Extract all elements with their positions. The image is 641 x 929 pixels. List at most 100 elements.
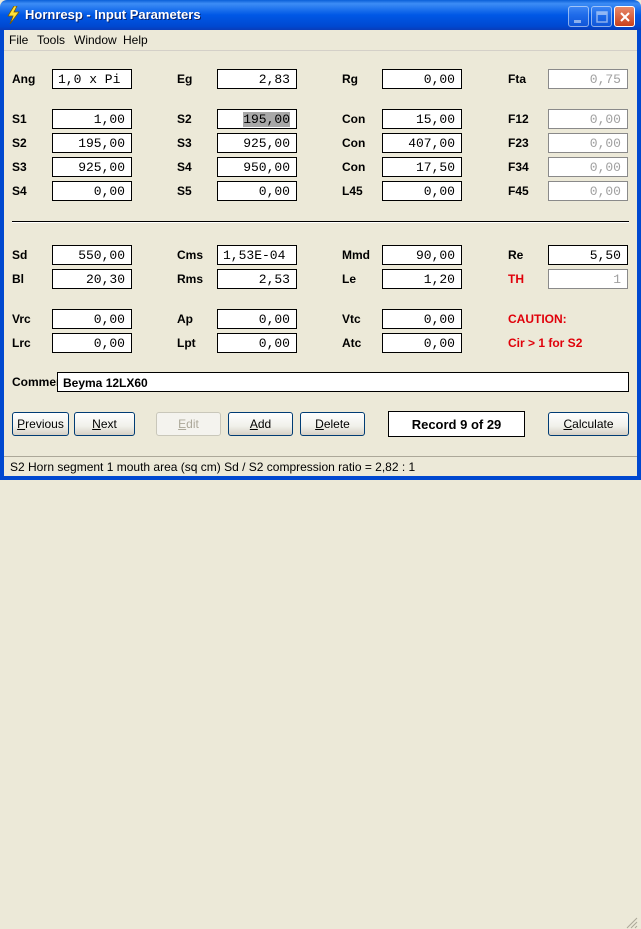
param-field-vrc[interactable]: 0,00 <box>52 309 132 329</box>
edit-button[interactable]: Edit <box>156 412 221 436</box>
param-field-th[interactable]: 1 <box>548 269 628 289</box>
window-title: Hornresp - Input Parameters <box>25 7 201 22</box>
param-field-f12[interactable]: 0,00 <box>548 109 628 129</box>
comment-field[interactable]: Beyma 12LX60 <box>57 372 629 392</box>
calculate-button-rest: alculate <box>572 417 614 431</box>
param-label-s2: S2 <box>12 136 27 150</box>
param-field-l45[interactable]: 0,00 <box>382 181 462 201</box>
param-label-ap: Ap <box>177 312 193 326</box>
close-button[interactable] <box>614 6 635 27</box>
param-label-con: Con <box>342 160 366 174</box>
param-label-lpt: Lpt <box>177 336 196 350</box>
param-label-con: Con <box>342 112 366 126</box>
size-grip-icon[interactable] <box>624 915 638 929</box>
param-label-caution: CAUTION: <box>508 312 567 326</box>
param-field-le[interactable]: 1,20 <box>382 269 462 289</box>
param-field-fta[interactable]: 0,75 <box>548 69 628 89</box>
param-label-th: TH <box>508 272 524 286</box>
edit-button-accel: E <box>178 417 187 431</box>
menu-file[interactable]: File <box>9 33 28 47</box>
param-field-s2[interactable]: 195,00 <box>52 133 132 153</box>
param-field-con[interactable]: 15,00 <box>382 109 462 129</box>
param-field-rms[interactable]: 2,53 <box>217 269 297 289</box>
param-label-f45: F45 <box>508 184 529 198</box>
param-field-lpt[interactable]: 0,00 <box>217 333 297 353</box>
param-label-con: Con <box>342 136 366 150</box>
next-button[interactable]: Next <box>74 412 135 436</box>
param-label-f23: F23 <box>508 136 529 150</box>
param-field-con[interactable]: 407,00 <box>382 133 462 153</box>
param-label-s1: S1 <box>12 112 27 126</box>
param-field-mmd[interactable]: 90,00 <box>382 245 462 265</box>
param-field-s3[interactable]: 925,00 <box>217 133 297 153</box>
param-label-cms: Cms <box>177 248 204 262</box>
status-text: S2 Horn segment 1 mouth area (sq cm) Sd … <box>10 460 416 474</box>
param-field-s2[interactable]: 195,00 <box>217 109 297 129</box>
param-field-s4[interactable]: 0,00 <box>52 181 132 201</box>
param-label-f12: F12 <box>508 112 529 126</box>
param-field-rg[interactable]: 0,00 <box>382 69 462 89</box>
param-field-s5[interactable]: 0,00 <box>217 181 297 201</box>
previous-button[interactable]: Previous <box>12 412 69 436</box>
param-label-rg: Rg <box>342 72 358 86</box>
param-field-f23[interactable]: 0,00 <box>548 133 628 153</box>
maximize-button[interactable] <box>591 6 612 27</box>
param-label-bl: Bl <box>12 272 24 286</box>
param-field-s3[interactable]: 925,00 <box>52 157 132 177</box>
delete-button-accel: D <box>315 417 324 431</box>
param-label-le: Le <box>342 272 357 286</box>
param-field-f45[interactable]: 0,00 <box>548 181 628 201</box>
param-label-s4: S4 <box>177 160 192 174</box>
window-border-bottom <box>0 476 641 480</box>
next-button-rest: ext <box>100 417 117 431</box>
param-field-ap[interactable]: 0,00 <box>217 309 297 329</box>
param-field-bl[interactable]: 20,30 <box>52 269 132 289</box>
next-button-accel: N <box>92 417 101 431</box>
delete-button-rest: elete <box>323 417 350 431</box>
parameter-form: Ang 1,0 x Pi Eg 2,83 Rg 0,00 Fta 0,75 S1 1,00 S2 19… <box>4 50 637 456</box>
param-field-sd[interactable]: 550,00 <box>52 245 132 265</box>
param-field-atc[interactable]: 0,00 <box>382 333 462 353</box>
param-label-rms: Rms <box>177 272 204 286</box>
param-field-lrc[interactable]: 0,00 <box>52 333 132 353</box>
close-icon <box>620 12 630 22</box>
param-label-sd: Sd <box>12 248 28 262</box>
section-divider <box>12 221 629 223</box>
selected-text: 195,00 <box>243 112 290 127</box>
param-label-vtc: Vtc <box>342 312 361 326</box>
param-field-cms[interactable]: 1,53E-04 <box>217 245 297 265</box>
previous-button-rest: revious <box>25 417 64 431</box>
param-label-atc: Atc <box>342 336 362 350</box>
calculate-button-accel: C <box>563 417 573 431</box>
menu-tools[interactable]: Tools <box>37 33 65 47</box>
param-field-eg[interactable]: 2,83 <box>217 69 297 89</box>
title-bar[interactable]: Hornresp - Input Parameters <box>0 0 641 30</box>
calculate-button[interactable]: Calculate <box>548 412 629 436</box>
param-field-vtc[interactable]: 0,00 <box>382 309 462 329</box>
param-label-re: Re <box>508 248 524 262</box>
param-field-f34[interactable]: 0,00 <box>548 157 628 177</box>
delete-button[interactable]: Delete <box>300 412 365 436</box>
param-label-s5: S5 <box>177 184 192 198</box>
param-label-l45: L45 <box>342 184 363 198</box>
minimize-icon <box>574 20 581 23</box>
add-button[interactable]: Add <box>228 412 293 436</box>
param-label-s3: S3 <box>177 136 192 150</box>
menu-window[interactable]: Window <box>74 33 117 47</box>
app-window: Hornresp - Input Parameters File Tools W… <box>0 0 641 929</box>
param-field-re[interactable]: 5,50 <box>548 245 628 265</box>
minimize-button[interactable] <box>568 6 589 27</box>
menu-bar: File Tools Window Help <box>4 30 637 50</box>
param-label-ang: Ang <box>12 72 36 86</box>
add-button-rest: dd <box>257 417 272 431</box>
menu-help[interactable]: Help <box>123 33 148 47</box>
param-field-con[interactable]: 17,50 <box>382 157 462 177</box>
param-label-lrc: Lrc <box>12 336 31 350</box>
param-field-s4[interactable]: 950,00 <box>217 157 297 177</box>
param-field-ang[interactable]: 1,0 x Pi <box>52 69 132 89</box>
param-label-f34: F34 <box>508 160 529 174</box>
param-field-s1[interactable]: 1,00 <box>52 109 132 129</box>
edit-button-rest: dit <box>186 417 199 431</box>
param-label-cir-1-for-s2: Cir > 1 for S2 <box>508 336 583 350</box>
param-label-s4: S4 <box>12 184 27 198</box>
